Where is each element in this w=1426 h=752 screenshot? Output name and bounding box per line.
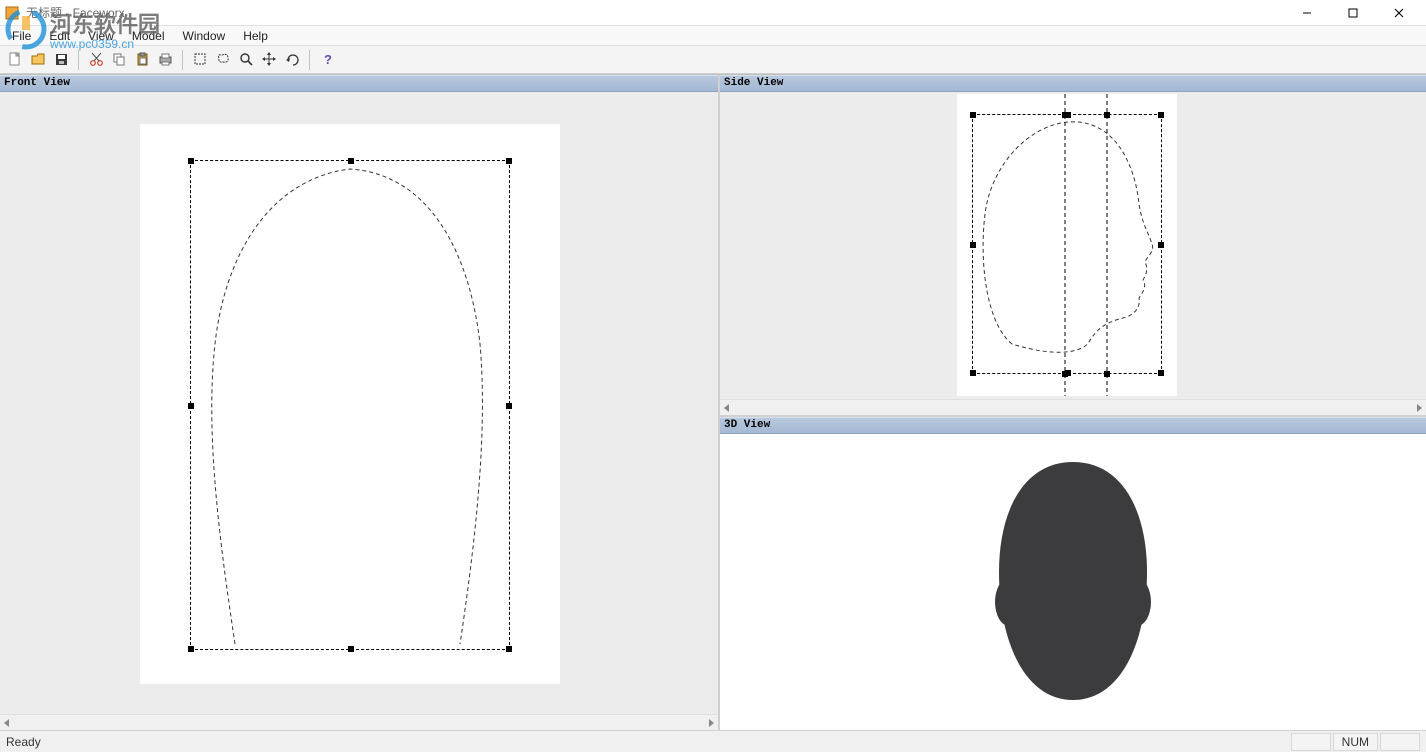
menu-help[interactable]: Help [235,27,276,45]
side-view-header: Side View [720,75,1426,92]
toolbar-separator [309,50,310,70]
statusbar: Ready NUM [0,730,1426,752]
menu-edit[interactable]: Edit [41,27,78,45]
side-image-area [957,94,1177,396]
side-view-panel: Side View [720,75,1426,415]
copy-icon[interactable] [108,49,130,71]
toolbar: ? [0,46,1426,74]
new-file-icon[interactable] [4,49,26,71]
side-view-scrollbar[interactable] [720,399,1426,415]
status-cell-empty2 [1380,733,1420,751]
save-icon[interactable] [50,49,72,71]
titlebar: 无标题 - Faceworx [0,0,1426,26]
front-image-area [140,124,560,684]
maximize-button[interactable] [1330,0,1376,26]
3d-view-panel: 3D View [720,415,1426,730]
menubar: File Edit View Model Window Help [0,26,1426,46]
window-controls [1284,0,1422,26]
paste-icon[interactable] [131,49,153,71]
svg-text:?: ? [324,52,332,67]
pan-tool-icon[interactable] [258,49,280,71]
status-num: NUM [1333,733,1378,751]
front-view-canvas[interactable] [0,92,718,714]
menu-file[interactable]: File [4,27,39,45]
minimize-button[interactable] [1284,0,1330,26]
right-column: Side View [720,75,1426,730]
cut-icon[interactable] [85,49,107,71]
status-cell-empty1 [1291,733,1331,751]
front-view-header: Front View [0,75,718,92]
print-icon[interactable] [154,49,176,71]
menu-model[interactable]: Model [124,27,173,45]
app-icon [4,5,20,21]
front-head-outline [140,124,560,684]
toolbar-separator [182,50,183,70]
open-file-icon[interactable] [27,49,49,71]
menu-view[interactable]: View [80,27,122,45]
3d-head-silhouette [973,452,1173,712]
close-button[interactable] [1376,0,1422,26]
window-title: 无标题 - Faceworx [26,4,125,21]
front-view-panel: Front View [0,75,718,730]
rotate-tool-icon[interactable] [281,49,303,71]
menu-window[interactable]: Window [175,27,234,45]
front-view-column: Front View [0,75,720,730]
select-tool-icon[interactable] [189,49,211,71]
workspace: Front View [0,74,1426,730]
side-head-outline [957,94,1177,396]
lasso-tool-icon[interactable] [212,49,234,71]
3d-view-header: 3D View [720,417,1426,434]
side-view-canvas[interactable] [720,92,1426,399]
help-icon[interactable]: ? [316,49,338,71]
front-view-scrollbar[interactable] [0,714,718,730]
zoom-tool-icon[interactable] [235,49,257,71]
status-ready: Ready [6,735,41,749]
3d-view-canvas[interactable] [720,434,1426,730]
toolbar-separator [78,50,79,70]
